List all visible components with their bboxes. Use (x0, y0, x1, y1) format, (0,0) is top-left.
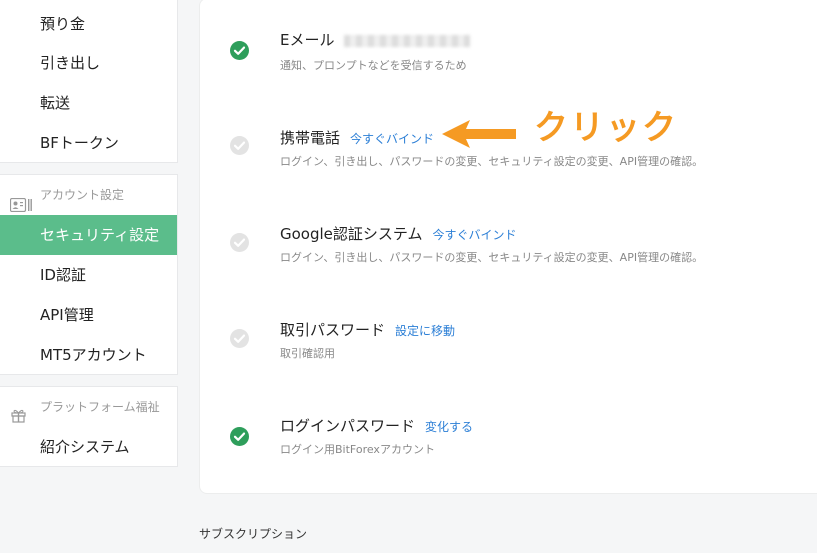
row-title: ログインパスワード 変化する (280, 415, 473, 436)
row-description: ログイン用BitForexアカウント (280, 443, 435, 456)
change-password-link[interactable]: 変化する (425, 420, 473, 434)
check-circle-icon (230, 329, 249, 348)
go-to-settings-link[interactable]: 設定に移動 (395, 324, 455, 338)
masked-email (344, 34, 471, 47)
security-row-trade-password: 取引パスワード 設定に移動 取引確認用 (200, 319, 800, 379)
row-description: 通知、プロンプトなどを受信するため (280, 59, 467, 72)
row-title-text: Eメール (280, 31, 335, 49)
sidebar-item-security[interactable]: セキュリティ設定 (0, 215, 177, 255)
check-circle-icon (230, 427, 249, 446)
sidebar-group-funds: 預り金 引き出し 転送 BFトークン (0, 0, 178, 163)
sidebar-item-transfer[interactable]: 転送 (0, 83, 177, 123)
sidebar-item-referral[interactable]: 紹介システム (0, 427, 177, 467)
row-title: Eメール (280, 29, 471, 50)
bind-phone-link[interactable]: 今すぐバインド (350, 132, 434, 146)
security-settings-card: Eメール 通知、プロンプトなどを受信するため 携帯電話 今すぐバインド ログイン、… (199, 0, 817, 494)
sidebar-section-label: アカウント設定 (40, 188, 125, 202)
sidebar-section-header-platform: プラットフォーム福祉 (0, 387, 177, 427)
row-title-text: Google認証システム (280, 225, 423, 243)
sidebar-item-bf-token[interactable]: BFトークン (0, 123, 177, 163)
row-description: 取引確認用 (280, 347, 335, 360)
row-title: 携帯電話 今すぐバインド (280, 127, 434, 148)
row-title: Google認証システム 今すぐバインド (280, 223, 516, 244)
sidebar-item-withdraw[interactable]: 引き出し (0, 43, 177, 83)
security-row-login-password: ログインパスワード 変化する ログイン用BitForexアカウント (200, 415, 800, 475)
security-row-google-auth: Google認証システム 今すぐバインド ログイン、引き出し、パスワードの変更、セ… (200, 223, 800, 283)
check-circle-icon (230, 41, 249, 60)
click-annotation: クリック (534, 108, 678, 148)
sidebar-item-mt5[interactable]: MT5アカウント (0, 335, 177, 375)
row-title-text: ログインパスワード (280, 417, 416, 435)
sidebar-item-id-verification[interactable]: ID認証 (0, 255, 177, 295)
sidebar-item-api[interactable]: API管理 (0, 295, 177, 335)
row-description: ログイン、引き出し、パスワードの変更、セキュリティ設定の変更、API管理の確認。 (280, 251, 704, 264)
row-title-text: 取引パスワード (280, 321, 386, 339)
check-circle-icon (230, 233, 249, 252)
annotation-arrow-icon (440, 116, 520, 156)
sidebar-section-label: プラットフォーム福祉 (40, 400, 160, 414)
bind-google-auth-link[interactable]: 今すぐバインド (432, 228, 516, 242)
subscription-section-label: サブスクリプション (199, 527, 308, 541)
sidebar-group-account: アカウント設定 セキュリティ設定 ID認証 API管理 MT5アカウント (0, 174, 178, 375)
row-title: 取引パスワード 設定に移動 (280, 319, 455, 340)
check-circle-icon (230, 136, 249, 155)
sidebar-section-header-account: アカウント設定 (0, 175, 177, 215)
row-title-text: 携帯電話 (280, 129, 341, 147)
security-row-email: Eメール 通知、プロンプトなどを受信するため (200, 29, 800, 89)
sidebar-item-deposit[interactable]: 預り金 (0, 4, 177, 44)
sidebar-group-platform: プラットフォーム福祉 紹介システム (0, 386, 178, 467)
